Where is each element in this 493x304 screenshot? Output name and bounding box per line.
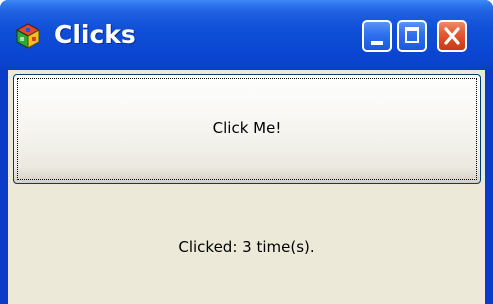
app-window: Clicks Click Me! Clicked: 3 time(s).	[0, 0, 493, 304]
window-title: Clicks	[54, 20, 136, 49]
client-area: Click Me! Clicked: 3 time(s).	[8, 70, 485, 304]
click-count-label: Clicked: 3 time(s).	[178, 238, 315, 256]
click-me-button-label: Click Me!	[212, 119, 282, 137]
minimize-icon	[371, 41, 383, 45]
minimize-button[interactable]	[362, 20, 392, 52]
click-me-button[interactable]: Click Me!	[13, 74, 481, 184]
app-cube-icon	[14, 22, 42, 50]
maximize-icon	[405, 27, 419, 43]
maximize-button[interactable]	[397, 20, 427, 52]
close-button[interactable]	[437, 20, 467, 52]
close-icon	[444, 27, 460, 45]
title-bar[interactable]: Clicks	[0, 0, 493, 70]
